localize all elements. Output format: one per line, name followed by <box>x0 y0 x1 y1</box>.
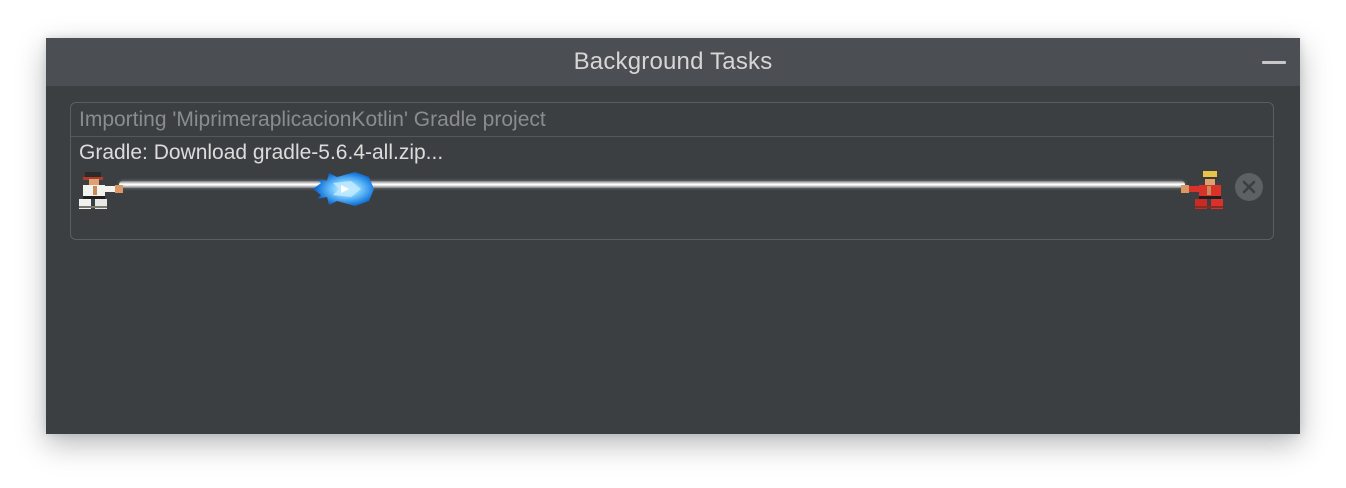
task-panel: Importing 'MiprimeraplicacionKotlin' Gra… <box>70 102 1274 240</box>
window-title: Background Tasks <box>573 48 773 75</box>
minimize-button[interactable] <box>1262 50 1288 74</box>
progress-bar <box>79 169 1225 209</box>
task-subtitle: Gradle: Download gradle-5.6.4-all.zip... <box>79 141 444 164</box>
window-titlebar[interactable]: Background Tasks <box>46 38 1300 86</box>
close-circle-icon <box>1242 180 1256 194</box>
fighter-right-icon <box>1179 169 1225 209</box>
fireball-icon <box>311 169 375 209</box>
cancel-task-button[interactable] <box>1235 173 1263 201</box>
progress-beam <box>119 181 1185 188</box>
task-title: Importing 'MiprimeraplicacionKotlin' Gra… <box>71 103 1273 137</box>
background-tasks-window: Background Tasks Importing 'Miprimerapli… <box>46 38 1300 434</box>
fighter-left-icon <box>79 169 125 209</box>
